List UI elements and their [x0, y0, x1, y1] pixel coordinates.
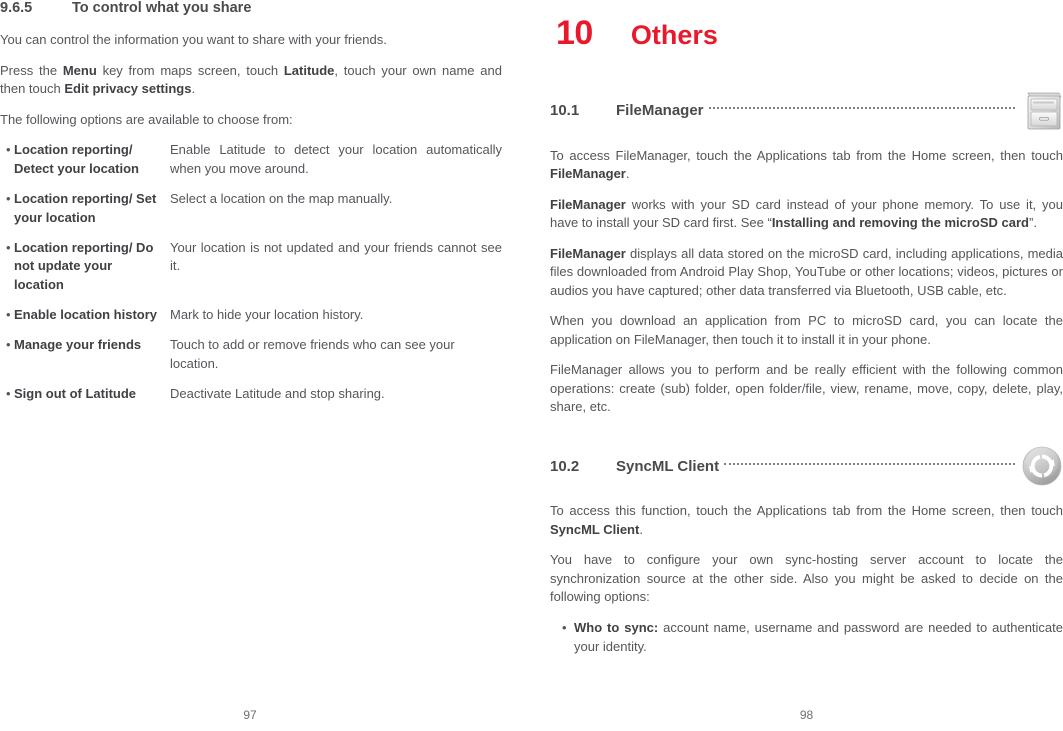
bold-syncml-client: SyncML Client	[550, 521, 640, 537]
list-item: • Location reporting/ Set your location …	[0, 190, 502, 228]
bold-filemanager: FileManager	[550, 196, 626, 212]
text-part: .	[625, 166, 630, 182]
bullet-icon: •	[6, 239, 11, 255]
bold-filemanager: FileManager	[550, 245, 626, 261]
option-description: Deactivate Latitude and stop sharing.	[170, 385, 385, 401]
option-description: Enable Latitude to detect your location …	[170, 142, 502, 177]
bullet-icon: •	[6, 385, 11, 401]
option-term: Location reporting/ Detect your location	[14, 142, 139, 177]
list-item: • Location reporting/ Detect your locati…	[0, 141, 502, 179]
option-description: Select a location on the map manually.	[170, 190, 393, 206]
sync-icon	[1022, 446, 1062, 486]
bold-edit-privacy-settings: Edit privacy settings	[64, 81, 192, 97]
bullet-icon: •	[562, 619, 567, 635]
left-page: 9.6.5 To control what you share You can …	[0, 0, 520, 731]
right-page: 10 Others 10.1 FileManager To access Fil…	[550, 0, 1063, 731]
option-description: Mark to hide your location history.	[170, 307, 364, 323]
text-part: To access FileManager, touch the Applica…	[550, 148, 1063, 163]
chapter-name: Others	[630, 20, 718, 50]
paragraph-access-syncml: To access this function, touch the Appli…	[550, 502, 1063, 539]
bold-latitude: Latitude	[283, 62, 335, 78]
paragraph-share-info: You can control the information you want…	[0, 32, 387, 48]
paragraph-common-operations: FileManager allows you to perform and be…	[550, 362, 1063, 414]
bullet-icon: •	[6, 307, 11, 323]
section-heading-10-1: 10.1 FileManager	[550, 87, 1063, 133]
page-number-left: 97	[243, 708, 257, 722]
section-number: 10.2	[550, 457, 580, 475]
dot-leader	[708, 106, 1015, 109]
paragraph-menu-instructions: Press the Menu key from maps screen, tou…	[0, 62, 502, 99]
bullet-icon: •	[6, 190, 11, 206]
dot-leader	[724, 462, 1015, 465]
section-number: 9.6.5	[0, 0, 33, 16]
text-part: .	[639, 521, 643, 537]
text-part: To access this function, touch the Appli…	[550, 503, 1063, 519]
section-icon-slot	[1019, 445, 1063, 487]
paragraph-options-intro: The following options are available to c…	[0, 111, 293, 127]
syncml-options-list: • Who to sync: account name, username an…	[550, 619, 1063, 657]
option-term: Location reporting/ Do not update your l…	[14, 239, 154, 293]
text-part: Press the	[0, 62, 63, 78]
bullet-icon: •	[6, 142, 11, 158]
text-part: ”.	[1028, 215, 1037, 231]
paragraph-displays-data: FileManager displays all data stored on …	[550, 245, 1063, 300]
paragraph-configure-server: You have to configure your own sync-host…	[550, 552, 1063, 605]
option-description: Your location is not updated and your fr…	[170, 239, 502, 274]
chapter-number: 10	[556, 14, 593, 52]
option-term: Who to sync:	[574, 619, 659, 635]
page-number-right: 98	[799, 708, 814, 722]
text-part: displays all data stored on the microSD …	[550, 245, 1063, 298]
section-icon-slot	[1019, 87, 1063, 133]
section-heading-9-6-5: 9.6.5 To control what you share	[0, 0, 502, 17]
bold-menu: Menu	[62, 62, 97, 78]
option-term: Location reporting/ Set your location	[14, 190, 157, 225]
bullet-icon: •	[6, 336, 11, 352]
list-item: • Manage your friends Touch to add or re…	[0, 336, 502, 374]
option-term: Manage your friends	[14, 336, 142, 352]
chapter-heading: 10 Others	[556, 14, 1063, 53]
option-term: Sign out of Latitude	[14, 385, 137, 401]
section-title: SyncML Client	[616, 457, 720, 475]
list-item: • Sign out of Latitude Deactivate Latitu…	[0, 385, 502, 404]
text-part: key from maps screen, touch	[96, 62, 284, 78]
section-number: 10.1	[550, 101, 580, 119]
option-text: Who to sync: account name, username and …	[574, 619, 1063, 657]
option-description: Touch to add or remove friends who can s…	[170, 336, 455, 371]
list-item: • Who to sync: account name, username an…	[550, 619, 1063, 657]
bold-filemanager: FileManager	[550, 166, 626, 182]
paragraph-sd-card: FileManager works with your SD card inst…	[550, 196, 1063, 233]
section-heading-10-2: 10.2 SyncML Client	[550, 444, 1063, 488]
latitude-options-list: • Location reporting/ Detect your locati…	[0, 141, 502, 403]
section-title: FileManager	[616, 101, 704, 119]
file-manager-icon	[1027, 92, 1062, 130]
bold-installing-removing-microsd: Installing and removing the microSD card	[771, 215, 1029, 231]
section-title: To control what you share	[72, 0, 252, 16]
list-item: • Enable location history Mark to hide y…	[0, 306, 502, 325]
paragraph-access-filemanager: To access FileManager, touch the Applica…	[550, 147, 1063, 184]
list-item: • Location reporting/ Do not update your…	[0, 239, 502, 296]
text-part: .	[191, 81, 196, 97]
paragraph-download-from-pc: When you download an application from PC…	[550, 313, 1063, 347]
option-term: Enable location history	[14, 307, 158, 323]
